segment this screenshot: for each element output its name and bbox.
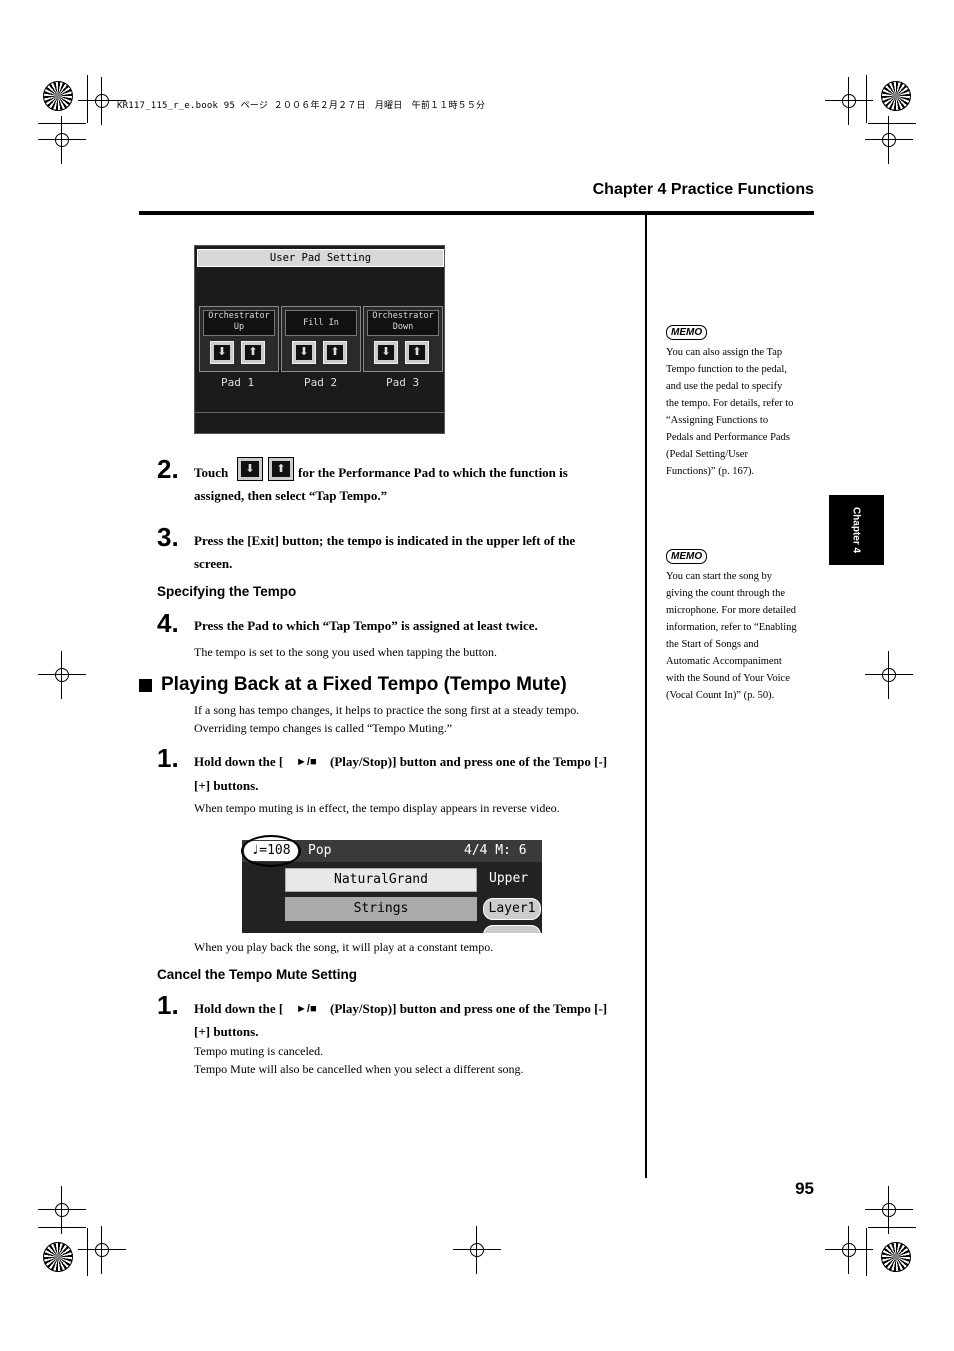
subheading: Specifying the Tempo (157, 584, 297, 599)
up-arrow-icon: ⬆ (245, 345, 261, 360)
step-number: 2. (157, 454, 179, 484)
down-arrow-icon: ⬇ (241, 461, 259, 477)
crop-mark (866, 1228, 867, 1276)
crosshair-mark-icon (78, 1226, 126, 1274)
play-stop-icon: ►/■ (296, 1003, 317, 1015)
body-text: Tempo Mute will also be cancelled when y… (194, 1062, 524, 1076)
down-arrow-icon: ⬇ (214, 345, 230, 360)
registration-burst-icon (881, 1242, 911, 1272)
layer-button-partial (483, 925, 541, 933)
crosshair-mark-icon (453, 1226, 501, 1274)
step-number: 3. (157, 522, 179, 552)
pad-label: Pad 1 (221, 376, 255, 389)
pad-3-panel: Orchestrator Down ⬇ ⬆ (363, 306, 443, 372)
memo-icon: MEMO (666, 549, 708, 564)
step-text: Hold down the [ (194, 1001, 284, 1016)
crosshair-mark-icon (38, 116, 86, 164)
highlight-oval (241, 835, 301, 867)
screen-title: User Pad Setting (197, 249, 444, 267)
step-number: 1. (157, 743, 179, 773)
crosshair-mark-icon (38, 651, 86, 699)
down-arrow-icon: ⬇ (296, 345, 312, 360)
crosshair-mark-icon (825, 77, 873, 125)
down-arrow-icon: ⬇ (378, 345, 394, 360)
pad-label: Pad 2 (304, 376, 338, 389)
down-arrow-button[interactable]: ⬇ (374, 341, 398, 364)
pad-function-name: Orchestrator Up (203, 310, 275, 336)
crop-mark (866, 75, 867, 123)
screen-divider (195, 412, 444, 413)
up-arrow-button: ⬆ (268, 457, 294, 481)
crosshair-mark-icon (865, 1186, 913, 1234)
user-pad-setting-screen: User Pad Setting Orchestrator Up ⬇ ⬆ Fill… (194, 245, 445, 434)
section-heading: Playing Back at a Fixed Tempo (Tempo Mut… (161, 674, 567, 695)
chapter-title: Chapter 4 Practice Functions (592, 181, 814, 198)
pad-1-panel: Orchestrator Up ⬇ ⬆ (199, 306, 279, 372)
body-text: Tempo muting is canceled. (194, 1044, 324, 1058)
down-arrow-button: ⬇ (237, 457, 263, 481)
body-text: If a song has tempo changes, it helps to… (194, 703, 580, 717)
crosshair-mark-icon (825, 1226, 873, 1274)
pad-2-panel: Fill In ⬇ ⬆ (281, 306, 361, 372)
style-name: Pop (308, 843, 332, 858)
upper-tone-box[interactable]: NaturalGrand (285, 868, 477, 892)
subheading: Cancel the Tempo Mute Setting (157, 967, 358, 982)
crop-mark (38, 123, 86, 124)
play-stop-icon: ►/■ (296, 756, 317, 768)
up-arrow-button[interactable]: ⬆ (405, 341, 429, 364)
up-arrow-icon: ⬆ (272, 461, 290, 477)
section-bullet-icon (139, 679, 152, 692)
registration-burst-icon (43, 81, 73, 111)
step-text: Press the Pad to which “Tap Tempo” is as… (194, 618, 538, 633)
up-arrow-button[interactable]: ⬆ (323, 341, 347, 364)
step-text: [+] buttons. (194, 778, 259, 793)
step-text: screen. (194, 556, 233, 571)
part-label: Upper (489, 871, 529, 886)
memo-text: You can also assign the Tap Tempo functio… (666, 347, 794, 477)
step-text: (Play/Stop)] button and press one of the… (330, 1001, 608, 1016)
layer-button[interactable]: Layer1 (483, 898, 541, 920)
body-text: Overriding tempo changes is called “Temp… (194, 721, 453, 735)
up-arrow-icon: ⬆ (409, 345, 425, 360)
crosshair-mark-icon (865, 651, 913, 699)
crop-mark (868, 1227, 916, 1228)
crop-mark (38, 1227, 86, 1228)
step-text: for the Performance Pad to which the fun… (298, 465, 568, 480)
header-rule (139, 211, 814, 215)
step-text: Touch (194, 465, 229, 480)
body-text: When you play back the song, it will pla… (194, 940, 494, 954)
pad-function-name: Orchestrator Down (367, 310, 439, 336)
body-text: When tempo muting is in effect, the temp… (194, 801, 560, 815)
crosshair-mark-icon (38, 1186, 86, 1234)
registration-burst-icon (881, 81, 911, 111)
step-text: assigned, then select “Tap Tempo.” (194, 488, 388, 503)
crosshair-mark-icon (78, 77, 126, 125)
meter-display: 4/4 M: 6 (464, 843, 527, 858)
step-text: Press the [Exit] button; the tempo is in… (194, 533, 576, 548)
step-text: Hold down the [ (194, 754, 284, 769)
registration-burst-icon (43, 1242, 73, 1272)
crosshair-mark-icon (865, 116, 913, 164)
file-info-line: KR117_115_r_e.book 95 ページ ２００６年２月２７日 月曜日… (117, 101, 486, 111)
page-number: 95 (795, 1179, 814, 1198)
crop-mark (87, 75, 88, 123)
memo-icon: MEMO (666, 325, 708, 340)
chapter-tab: Chapter 4 (829, 495, 884, 565)
step-number: 4. (157, 608, 179, 638)
step-text: (Play/Stop)] button and press one of the… (330, 754, 608, 769)
down-arrow-button[interactable]: ⬇ (292, 341, 316, 364)
body-text: The tempo is set to the song you used wh… (194, 645, 497, 659)
step-text: [+] buttons. (194, 1024, 259, 1039)
crop-mark (87, 1228, 88, 1276)
pad-function-name: Fill In (285, 310, 357, 336)
layer-tone-box[interactable]: Strings (285, 897, 477, 921)
up-arrow-icon: ⬆ (327, 345, 343, 360)
column-divider (645, 215, 647, 1178)
crop-mark (868, 123, 916, 124)
step-number: 1. (157, 990, 179, 1020)
down-arrow-button[interactable]: ⬇ (210, 341, 234, 364)
pad-label: Pad 3 (386, 376, 420, 389)
up-arrow-button[interactable]: ⬆ (241, 341, 265, 364)
memo-text: You can start the song by giving the coun… (666, 571, 797, 701)
